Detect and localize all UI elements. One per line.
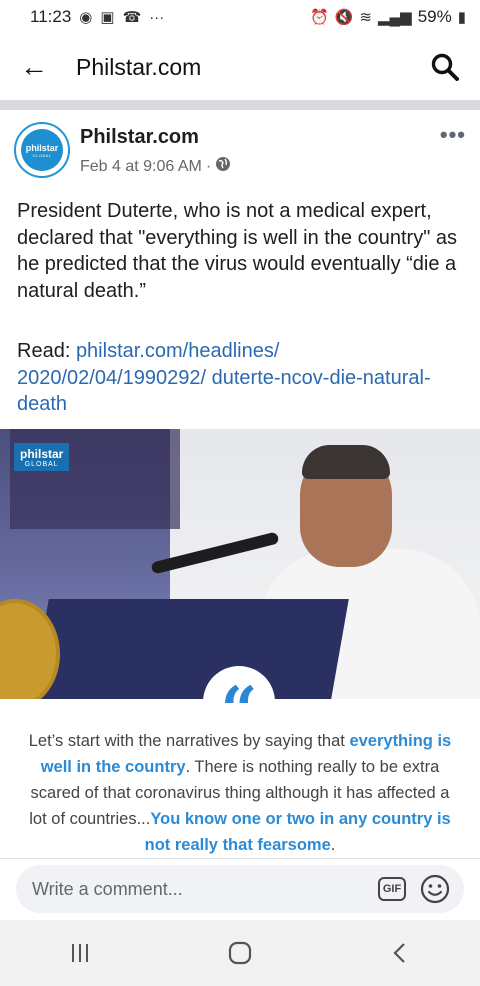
battery-icon: ▮ bbox=[457, 9, 466, 26]
app-header: ← Philstar.com bbox=[0, 34, 480, 100]
image-logo: philstar GLOBAL bbox=[14, 443, 70, 471]
more-options-icon[interactable]: ••• bbox=[440, 122, 466, 148]
post-image[interactable]: philstar GLOBAL bbox=[0, 429, 480, 699]
back-arrow-icon[interactable]: ← bbox=[20, 53, 56, 81]
quote-highlight-2: You know one or two in any country is no… bbox=[144, 810, 451, 854]
mute-icon: 🔇 bbox=[334, 9, 354, 26]
notification-icon: ◉ bbox=[79, 9, 93, 26]
signal-icon: ▂▄▆ bbox=[378, 9, 412, 26]
alarm-icon: ⏰ bbox=[310, 9, 329, 26]
meta-separator: · bbox=[205, 157, 212, 175]
comment-placeholder: Write a comment... bbox=[32, 878, 183, 899]
image-quote-text: Let’s start with the narratives by sayin… bbox=[0, 720, 480, 856]
avatar-logo-text: philstar bbox=[25, 142, 59, 153]
read-label: Read: bbox=[17, 340, 76, 362]
system-nav-bar bbox=[0, 920, 480, 986]
post-body: President Duterte, who is not a medical … bbox=[17, 200, 457, 302]
messenger-icon: ☎ bbox=[122, 9, 142, 26]
battery-percent: 59% bbox=[417, 7, 452, 26]
post-header: philstar GLOBAL Philstar.com Feb 4 at 9:… bbox=[14, 118, 466, 188]
globe-icon bbox=[215, 156, 231, 177]
image-person-hair bbox=[302, 445, 390, 479]
article-link[interactable]: philstar.com/headlines/ 2020/02/04/19902… bbox=[17, 340, 431, 415]
status-bar: 11:23 ◉ ▣ ☎ ··· ⏰ 🔇 ≋ ▂▄▆ 59% ▮ bbox=[0, 0, 480, 34]
image-logo-sub: GLOBAL bbox=[24, 461, 59, 468]
avatar-logo-sub: GLOBAL bbox=[32, 152, 52, 158]
image-logo-text: philstar bbox=[20, 447, 64, 461]
more-notifications-icon: ··· bbox=[149, 8, 165, 26]
wifi-icon: ≋ bbox=[359, 9, 372, 26]
post-meta: Feb 4 at 9:06 AM · bbox=[80, 156, 231, 177]
quote-part-1: Let’s start with the narratives by sayin… bbox=[28, 732, 350, 750]
section-divider bbox=[0, 100, 480, 110]
post-timestamp[interactable]: Feb 4 at 9:06 AM bbox=[80, 158, 202, 176]
post-page-name[interactable]: Philstar.com bbox=[80, 126, 199, 149]
page-title: Philstar.com bbox=[76, 53, 202, 80]
post-read: Read: philstar.com/headlines/ 2020/02/04… bbox=[17, 338, 467, 418]
comment-bar: Write a comment... GIF bbox=[0, 858, 480, 920]
search-icon[interactable] bbox=[430, 52, 460, 82]
comment-input[interactable]: Write a comment... GIF bbox=[16, 865, 464, 913]
image-podium bbox=[31, 599, 349, 699]
page-avatar[interactable]: philstar GLOBAL bbox=[14, 122, 70, 178]
recent-apps-icon[interactable] bbox=[50, 933, 110, 973]
gallery-icon: ▣ bbox=[100, 9, 115, 26]
back-nav-icon[interactable] bbox=[370, 933, 430, 973]
home-icon[interactable] bbox=[210, 933, 270, 973]
gif-button[interactable]: GIF bbox=[378, 877, 406, 901]
status-time: 11:23 bbox=[30, 7, 72, 26]
emoji-icon[interactable] bbox=[420, 874, 450, 904]
